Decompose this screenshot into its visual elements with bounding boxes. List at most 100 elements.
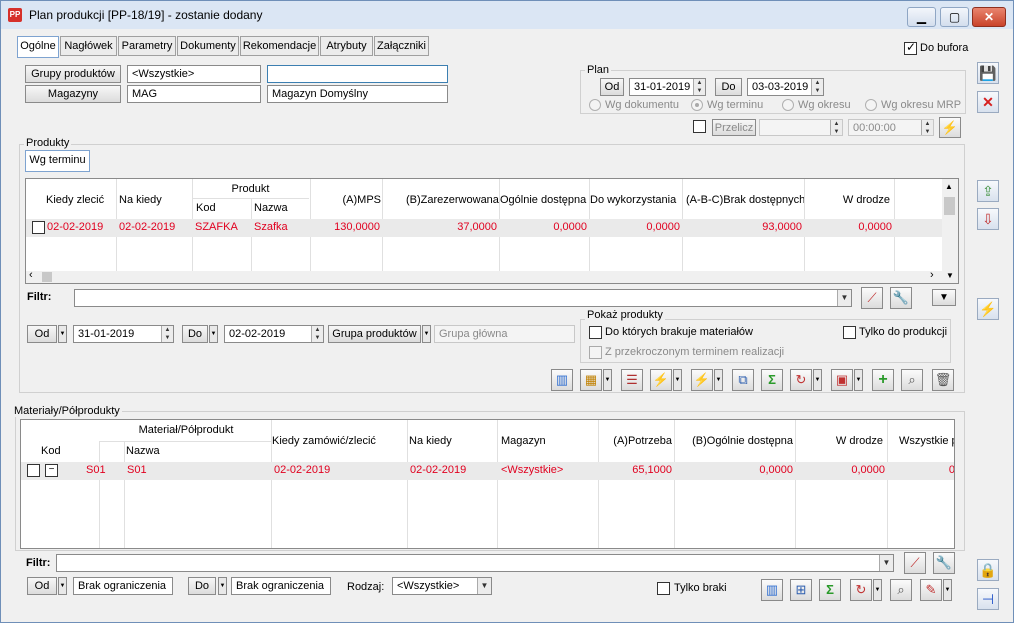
list-icon[interactable]: ☰ xyxy=(621,369,643,391)
produkty-do-dropdown-icon[interactable]: ▼ xyxy=(209,325,218,343)
tab-rekomendacje[interactable]: Rekomendacje xyxy=(240,36,319,56)
horizontal-scrollbar[interactable]: ‹ › ▼ xyxy=(26,269,958,283)
export-icon[interactable]: ⇪ xyxy=(977,180,999,202)
materialy-do-dropdown-icon[interactable]: ▼ xyxy=(218,577,227,595)
scroll-down-icon[interactable]: ▼ xyxy=(946,271,954,280)
col-brak-dostepnych[interactable]: (A-B-C)Brak dostępnych xyxy=(686,194,805,206)
materialy-filtr-input[interactable] xyxy=(56,554,894,572)
materialy-do-field[interactable]: Brak ograniczenia xyxy=(231,577,331,595)
produkty-filtr-dropdown-icon[interactable]: ▼ xyxy=(837,290,851,306)
chart-icon[interactable]: ▥ xyxy=(551,369,573,391)
col-mat-nazwa[interactable]: Nazwa xyxy=(126,445,160,457)
mat-refresh-icon[interactable]: ↻ xyxy=(850,579,872,601)
produkty-do-field[interactable]: 02-02-2019 xyxy=(224,325,324,343)
col-nazwa[interactable]: Nazwa xyxy=(254,202,288,214)
materialy-do-button[interactable]: Do xyxy=(188,577,216,595)
materialy-filtr-dropdown-icon[interactable]: ▼ xyxy=(879,555,893,571)
tylko-produkcji-checkbox[interactable] xyxy=(843,326,856,339)
tab-zalaczniki[interactable]: Załączniki xyxy=(374,36,429,56)
przelicz-button[interactable]: Przelicz xyxy=(712,119,756,136)
table-dropdown-icon[interactable]: ▼ xyxy=(603,369,612,391)
col-do-wykorzystania[interactable]: Do wykorzystania xyxy=(590,194,676,206)
maximize-button[interactable]: ▢ xyxy=(940,7,969,27)
help-icon[interactable]: ⚡ xyxy=(939,117,961,138)
przelicz-checkbox[interactable] xyxy=(693,120,706,133)
plan-do-spin-icon[interactable]: ▲ ▼ xyxy=(811,79,823,95)
braki-checkbox[interactable] xyxy=(589,326,602,339)
grupy-value-field[interactable]: <Wszystkie> xyxy=(127,65,261,83)
clear-filter-icon[interactable]: ⟋ xyxy=(861,287,883,309)
przekroczony-checkbox[interactable] xyxy=(589,346,602,359)
przelicz-time-spin-icon[interactable]: ▲ ▼ xyxy=(921,120,933,135)
mat-search-icon[interactable]: ⌕ xyxy=(890,579,912,601)
documents-icon[interactable]: ⧉ xyxy=(732,369,754,391)
mat-edit-icon[interactable]: ✎ xyxy=(920,579,942,601)
produkty-od-spin-icon[interactable]: ▲ ▼ xyxy=(161,326,173,342)
row-checkbox[interactable] xyxy=(27,464,40,477)
plan-od-button[interactable]: Od xyxy=(600,78,624,96)
lightning-green-dropdown-icon[interactable]: ▼ xyxy=(714,369,723,391)
materialy-od-field[interactable]: Brak ograniczenia xyxy=(73,577,173,595)
lock-icon[interactable]: 🔒 xyxy=(977,559,999,581)
plan-do-button[interactable]: Do xyxy=(715,78,742,96)
grupy-produktow-button[interactable]: Grupy produktów xyxy=(25,65,121,83)
lightning-orange-dropdown-icon[interactable]: ▼ xyxy=(673,369,682,391)
table-row[interactable]: − S01 S01 02-02-2019 02-02-2019 <Wszystk… xyxy=(21,462,954,480)
do-bufora-checkbox[interactable] xyxy=(904,40,917,55)
col-mps[interactable]: (A)MPS xyxy=(312,194,382,206)
search-icon[interactable]: ⌕ xyxy=(901,369,923,391)
col-magazyn[interactable]: Magazyn xyxy=(501,435,546,447)
collapse-icon[interactable]: − xyxy=(45,464,58,477)
scroll-thumb[interactable] xyxy=(944,197,955,215)
tab-dokumenty[interactable]: Dokumenty xyxy=(177,36,239,56)
lightning-icon[interactable]: ⚡ xyxy=(977,298,999,320)
materialy-od-button[interactable]: Od xyxy=(27,577,57,595)
col-mat-w-drodze[interactable]: W drodze xyxy=(801,435,883,447)
table-row[interactable]: 02-02-2019 02-02-2019 SZAFKA Szafka 130,… xyxy=(26,219,942,237)
produkty-od-button[interactable]: Od xyxy=(27,325,57,343)
row-checkbox[interactable] xyxy=(32,221,45,234)
add-icon[interactable]: + xyxy=(872,369,894,391)
tab-atrybuty[interactable]: Atrybuty xyxy=(320,36,373,56)
col-kiedy-zlecic[interactable]: Kiedy zlecić xyxy=(46,194,104,206)
filter-builder-icon[interactable]: 🔧 xyxy=(890,287,912,309)
radio-wg-okresu[interactable] xyxy=(782,99,794,111)
scroll-up-icon[interactable]: ▲ xyxy=(945,182,953,191)
vertical-scrollbar[interactable]: ▲ xyxy=(942,179,958,271)
lightning-orange-icon[interactable]: ⚡ xyxy=(650,369,672,391)
close-button[interactable]: ✕ xyxy=(972,7,1006,27)
filter-apply-icon[interactable]: ▼ xyxy=(932,289,956,306)
sum-icon[interactable]: Σ xyxy=(761,369,783,391)
produkty-do-button[interactable]: Do xyxy=(182,325,208,343)
col-ogolnie-dostepna[interactable]: Ogólnie dostępna xyxy=(500,194,586,206)
col-w-drodze[interactable]: W drodze xyxy=(806,194,890,206)
produkty-od-dropdown-icon[interactable]: ▼ xyxy=(58,325,67,343)
mat-structure-icon[interactable]: ⊞ xyxy=(790,579,812,601)
subtab-wg-terminu[interactable]: Wg terminu xyxy=(25,150,90,172)
scroll-left-icon[interactable]: ‹ xyxy=(29,269,33,281)
col-wszystkie[interactable]: Wszystkie p xyxy=(899,435,954,447)
materialy-od-dropdown-icon[interactable]: ▼ xyxy=(58,577,67,595)
radio-wg-okresu-mrp[interactable] xyxy=(865,99,877,111)
grupy-extra-field[interactable] xyxy=(267,65,448,83)
grupa-value-field[interactable]: Grupa główna xyxy=(434,325,575,343)
new-document-icon[interactable]: ▣ xyxy=(831,369,853,391)
mat-refresh-dropdown-icon[interactable]: ▼ xyxy=(873,579,882,601)
lightning-green-icon[interactable]: ⚡ xyxy=(691,369,713,391)
magazyny-button[interactable]: Magazyny xyxy=(25,85,121,103)
produkty-filtr-input[interactable] xyxy=(74,289,852,307)
col-mat-na-kiedy[interactable]: Na kiedy xyxy=(409,435,452,447)
table-icon[interactable]: ▦ xyxy=(580,369,602,391)
col-kiedy-zamowic[interactable]: Kiedy zamówić/zlecić xyxy=(272,435,376,447)
hscroll-thumb[interactable] xyxy=(42,272,52,282)
save-icon[interactable]: 💾 xyxy=(977,62,999,84)
produkty-do-spin-icon[interactable]: ▲ ▼ xyxy=(311,326,323,342)
cancel-icon[interactable]: ✕ xyxy=(977,91,999,113)
col-na-kiedy[interactable]: Na kiedy xyxy=(119,194,162,206)
plan-od-spin-icon[interactable]: ▲ ▼ xyxy=(693,79,705,95)
grupa-dropdown-icon[interactable]: ▼ xyxy=(422,325,431,343)
tylko-braki-checkbox[interactable] xyxy=(657,582,670,595)
minimize-button[interactable]: ▁ xyxy=(907,7,936,27)
przelicz-date-spin-icon[interactable]: ▲ ▼ xyxy=(830,120,842,135)
col-potrzeba[interactable]: (A)Potrzeba xyxy=(601,435,672,447)
